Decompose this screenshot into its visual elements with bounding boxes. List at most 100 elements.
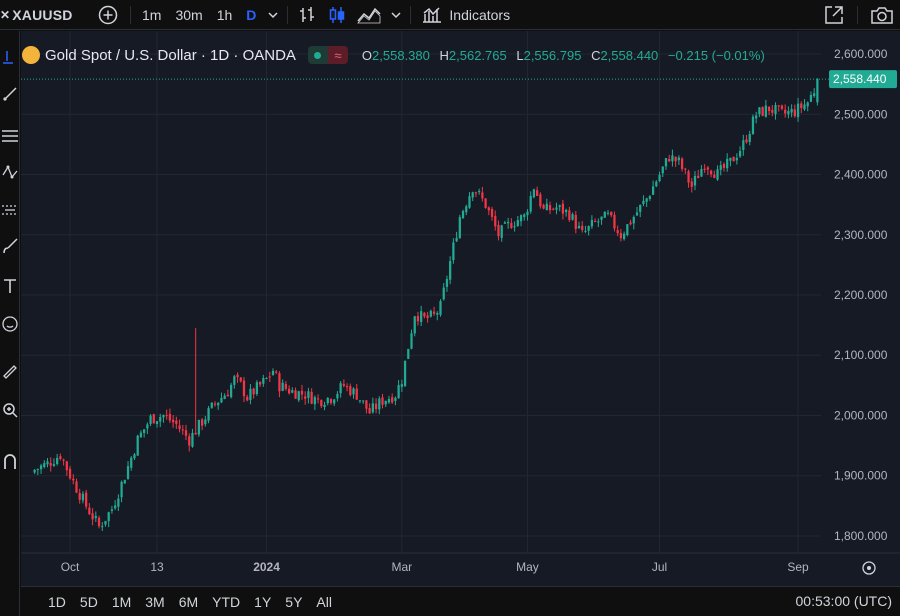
candle-body (642, 200, 645, 205)
candle-body (400, 384, 403, 387)
candle-body (242, 380, 246, 397)
ohlc-values: O2,558.380 H2,562.765 L2,556.795 C2,558.… (362, 48, 771, 63)
time-tick-label: Oct (61, 560, 80, 574)
forecast-tool[interactable] (0, 197, 20, 223)
candle-body (117, 498, 120, 507)
market-status-pill[interactable]: ≈ (307, 46, 348, 64)
candle-body (210, 402, 213, 408)
cursor-tool[interactable] (0, 45, 20, 71)
low-value: 2,556.795 (523, 47, 582, 63)
candle-body (355, 388, 358, 400)
candles-chart-type-button[interactable] (322, 0, 352, 30)
time-tick-label: 13 (150, 560, 164, 574)
candle-body (287, 388, 291, 394)
zoom-tool[interactable] (0, 397, 20, 423)
projection-icon (2, 205, 18, 215)
candle-body (690, 181, 693, 187)
interval-1h[interactable]: 1h (210, 0, 240, 30)
candle-body (564, 209, 568, 213)
chart-type-dropdown[interactable] (386, 0, 406, 30)
candle-body (716, 169, 719, 180)
smiley-icon (2, 316, 18, 332)
candle-body (693, 175, 697, 186)
price-tick-label: 2,100.000 (834, 348, 888, 362)
brush-tool[interactable] (0, 233, 20, 259)
indicators-label: Indicators (449, 6, 511, 23)
candle-body (49, 463, 52, 466)
candle-body (284, 383, 288, 389)
interval-1m[interactable]: 1m (135, 0, 168, 30)
range-5d[interactable]: 5D (73, 594, 105, 610)
pattern-tool[interactable] (0, 159, 20, 185)
bar-chart-type-button[interactable] (292, 0, 322, 30)
fullscreen-button[interactable] (815, 0, 853, 30)
symbol-search-button[interactable]: ✕ XAUUSD (0, 0, 92, 30)
axis-settings-button[interactable] (862, 561, 876, 575)
range-1y[interactable]: 1Y (247, 594, 278, 610)
low-key: L (516, 47, 524, 63)
candle-body (239, 377, 242, 382)
candle-body (619, 233, 623, 239)
candle-body (516, 220, 519, 227)
candle-body (349, 386, 352, 396)
candle-body (507, 221, 510, 224)
trendline-tool[interactable] (0, 81, 20, 107)
candle-body (397, 385, 400, 399)
drawing-toolbar (0, 31, 20, 616)
candle-body (813, 93, 816, 97)
range-3m[interactable]: 3M (138, 594, 171, 610)
candle-body (342, 384, 345, 386)
chart-pane[interactable]: 2,600.000 2,500.000 2,400.000 2,300.000 2,20… (21, 31, 900, 586)
measure-tool[interactable] (0, 359, 20, 385)
candle-body (104, 520, 107, 525)
range-5y[interactable]: 5Y (278, 594, 309, 610)
candle-body (500, 225, 503, 238)
candle-body (635, 212, 639, 216)
fib-tool[interactable] (0, 123, 20, 149)
area-chart-type-button[interactable] (352, 0, 386, 30)
candle-body (423, 312, 426, 317)
magnet-tool[interactable] (0, 449, 20, 475)
range-6m[interactable]: 6M (172, 594, 205, 610)
candle-body (120, 481, 123, 498)
range-ytd[interactable]: YTD (205, 594, 247, 610)
wave-icon: ≈ (327, 46, 348, 64)
price-chart[interactable]: 2,600.000 2,500.000 2,400.000 2,300.000 2,20… (21, 31, 900, 586)
close-value: 2,558.440 (600, 47, 659, 63)
candles (33, 78, 819, 532)
candle-body (542, 204, 545, 209)
toolbar-divider (410, 5, 412, 24)
range-all[interactable]: All (309, 594, 339, 610)
indicators-icon (423, 6, 442, 23)
compare-symbol-button[interactable] (92, 0, 126, 30)
candle-body (420, 311, 423, 323)
candle-body (442, 287, 445, 300)
candle-body (78, 492, 81, 500)
legend-title: Gold Spot / U.S. Dollar · 1D · OANDA (45, 46, 296, 64)
snapshot-button[interactable] (862, 0, 900, 30)
range-1d[interactable]: 1D (21, 594, 73, 610)
last-price-label-group: 2,558.440 (829, 70, 897, 89)
candle-body (458, 217, 461, 239)
candle-body (378, 398, 381, 410)
indicators-button[interactable]: Indicators (415, 0, 516, 30)
emoji-tool[interactable] (0, 311, 20, 337)
candle-body (368, 407, 371, 414)
text-tool[interactable] (0, 273, 20, 299)
candle-body (568, 210, 571, 220)
price-tick-label: 2,300.000 (834, 228, 888, 242)
interval-30m[interactable]: 30m (168, 0, 209, 30)
interval-1d[interactable]: D (239, 0, 263, 30)
crosshair-icon (3, 51, 13, 64)
range-1m[interactable]: 1M (105, 594, 138, 610)
toolbar-divider (287, 5, 289, 24)
candle-body (345, 386, 349, 388)
candle-body (645, 198, 648, 202)
high-key: H (439, 47, 449, 63)
candle-body (162, 415, 165, 418)
utc-clock[interactable]: 00:53:00 (UTC) (796, 593, 892, 609)
candle-body (622, 233, 626, 240)
interval-dropdown[interactable] (263, 0, 283, 30)
candle-body (175, 420, 178, 424)
candle-body (684, 168, 687, 170)
